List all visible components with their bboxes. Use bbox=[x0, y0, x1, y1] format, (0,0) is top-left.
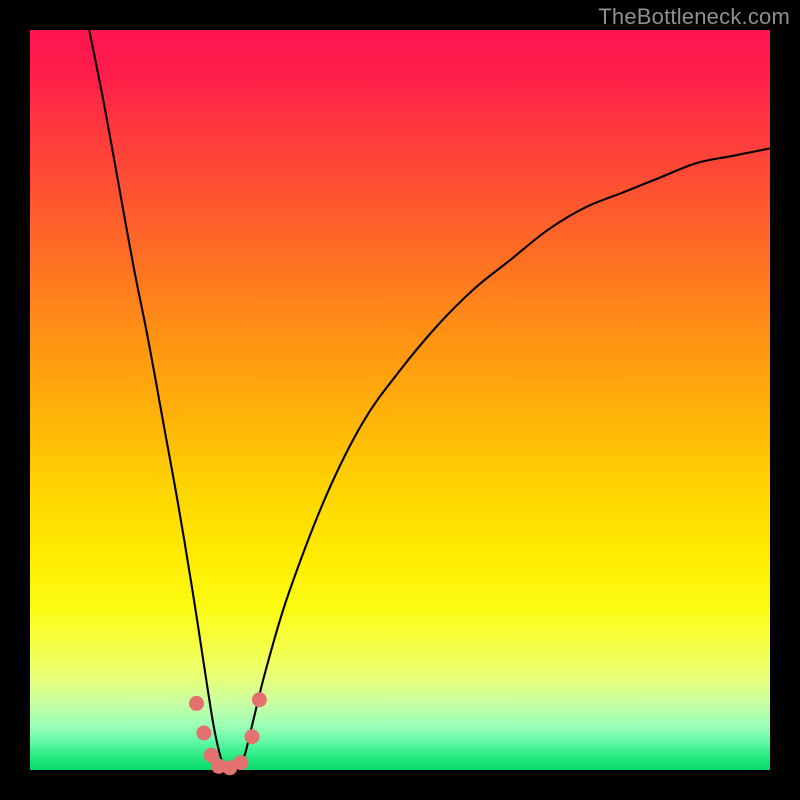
watermark-text: TheBottleneck.com bbox=[598, 4, 790, 30]
marker-point bbox=[189, 696, 204, 711]
marker-point bbox=[245, 729, 260, 744]
bottleneck-curve bbox=[89, 30, 770, 772]
plot-area bbox=[30, 30, 770, 770]
marker-point bbox=[252, 692, 267, 707]
marker-point bbox=[196, 726, 211, 741]
curve-layer bbox=[30, 30, 770, 770]
chart-frame: TheBottleneck.com bbox=[0, 0, 800, 800]
marker-point bbox=[233, 755, 248, 770]
minimum-markers bbox=[189, 692, 267, 775]
